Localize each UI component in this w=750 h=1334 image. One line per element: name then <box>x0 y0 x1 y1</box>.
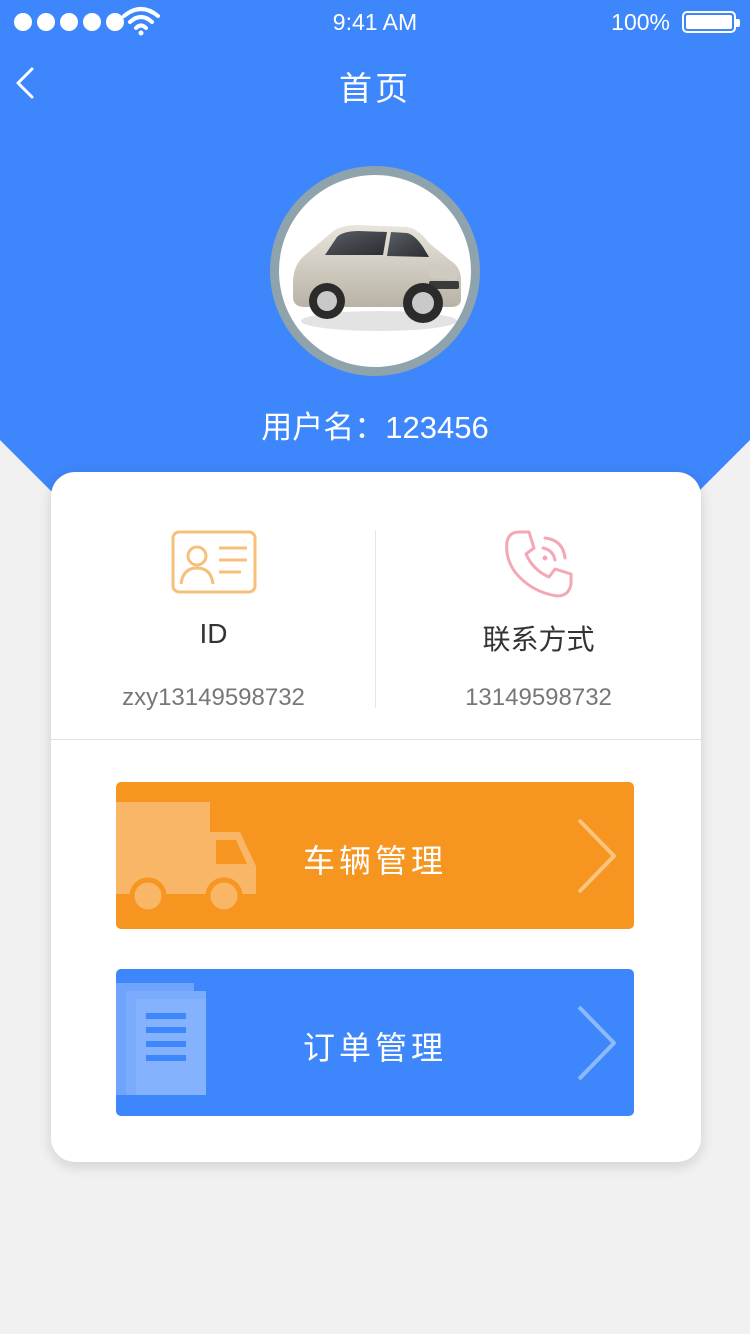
horizontal-divider <box>51 739 701 740</box>
chevron-right-icon <box>577 818 616 894</box>
username: 用户名：123456 <box>0 402 750 447</box>
id-card-icon <box>171 530 256 594</box>
car-image <box>293 225 461 331</box>
id-label: ID <box>199 618 228 649</box>
screen: 9:41 AM 100% 首页 用户名：123456 ID zxy1314959… <box>0 0 750 1334</box>
order-management-label: 订单管理 <box>302 1030 447 1066</box>
phone-icon <box>504 530 572 598</box>
id-section: ID zxy13149598732 <box>51 472 376 740</box>
battery-icon <box>682 11 740 33</box>
username-label: 用户名： <box>261 410 386 445</box>
vehicle-management-label: 车辆管理 <box>302 843 447 879</box>
status-bar: 9:41 AM 100% <box>0 0 750 42</box>
contact-section[interactable]: 联系方式 13149598732 <box>376 472 701 740</box>
page-title: 首页 <box>339 70 411 107</box>
username-value: 123456 <box>385 410 489 445</box>
contact-value: 13149598732 <box>465 684 612 711</box>
battery-percentage: 100% <box>611 9 670 35</box>
info-card: ID zxy13149598732 联系方式 13149598732 车辆管理 … <box>51 472 701 1162</box>
contact-label: 联系方式 <box>482 624 595 655</box>
avatar[interactable] <box>270 166 480 376</box>
vehicle-management-button[interactable]: 车辆管理 <box>116 782 634 929</box>
chevron-right-icon <box>577 1005 616 1081</box>
id-value: zxy13149598732 <box>122 684 305 711</box>
order-management-button[interactable]: 订单管理 <box>116 969 634 1116</box>
